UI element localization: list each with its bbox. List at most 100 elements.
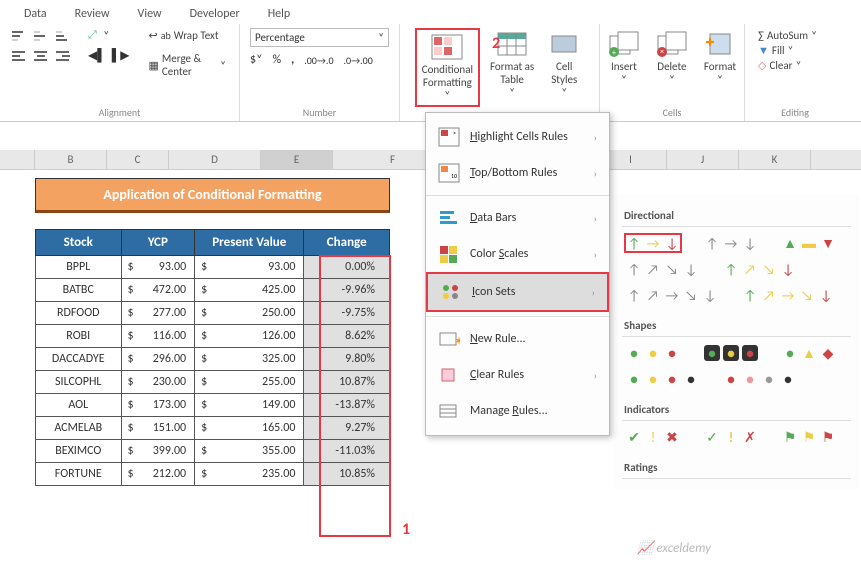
col-b[interactable]: B	[35, 150, 107, 169]
cell-pv[interactable]: 93.00	[195, 256, 304, 279]
cell-ycp[interactable]: 277.00	[121, 302, 195, 325]
increase-decimal-icon[interactable]: .00→.0	[304, 54, 333, 67]
cf-manage-rules[interactable]: Manage Rules...	[426, 393, 609, 429]
delete-button[interactable]: ×Delete˅	[652, 28, 692, 88]
cell-stock[interactable]: FORTUNE	[36, 463, 122, 486]
orientation-icon[interactable]: ⤢	[88, 28, 97, 42]
cell-ycp[interactable]: 230.00	[121, 371, 195, 394]
cell-styles-button[interactable]: Cell Styles ˅	[544, 28, 584, 101]
cf-top-bottom[interactable]: 10 Top/Bottom Rules›	[426, 155, 609, 191]
iconset-3signs[interactable]: ●▲◆	[780, 343, 838, 363]
iconset-3symbols[interactable]: ✓!✗	[702, 427, 760, 447]
cell-pv[interactable]: 250.00	[195, 302, 304, 325]
cell-stock[interactable]: ACMELAB	[36, 417, 122, 440]
cell-ycp[interactable]: 212.00	[121, 463, 195, 486]
iconset-3arrows-colored[interactable]: ↑→↓	[624, 233, 682, 253]
col-d[interactable]: D	[169, 150, 261, 169]
cf-color-scales[interactable]: Color Scales›	[426, 236, 609, 272]
align-mid-icon[interactable]	[32, 28, 50, 44]
cell-pv[interactable]: 149.00	[195, 394, 304, 417]
iconset-5arrows-colored[interactable]: ↑↗→↘↓	[740, 285, 836, 305]
merge-icon: ▦	[148, 59, 158, 72]
iconset-3trafficlights[interactable]: ●●●	[624, 343, 682, 363]
icon-sets-icon	[440, 282, 462, 302]
iconset-redtoblack[interactable]: ●●●●	[721, 369, 798, 389]
tab-review[interactable]: Review	[61, 4, 124, 24]
cell-stock[interactable]: BPPL	[36, 256, 122, 279]
col-e[interactable]: E	[261, 150, 333, 169]
cell-ycp[interactable]: 151.00	[121, 417, 195, 440]
svg-text:>: >	[453, 129, 456, 137]
cell-stock[interactable]: SILCOPHL	[36, 371, 122, 394]
iconset-4trafficlights[interactable]: ●●●●	[624, 369, 701, 389]
comma-icon[interactable]: ,	[291, 53, 294, 67]
conditional-formatting-button[interactable]: Conditional Formatting ˅	[415, 28, 480, 107]
clear-rules-icon	[438, 365, 460, 385]
sub-ratings: Ratings	[622, 457, 851, 479]
align-bot-icon[interactable]	[54, 28, 72, 44]
increase-indent-icon[interactable]: ▌▶	[112, 48, 130, 63]
iconset-4arrows-gray[interactable]: ↑↗↘↓	[624, 259, 701, 279]
svg-text:×: ×	[660, 47, 664, 57]
cell-ycp[interactable]: 472.00	[121, 279, 195, 302]
align-right-icon[interactable]	[54, 48, 72, 64]
tab-help[interactable]: Help	[254, 4, 305, 24]
decrease-indent-icon[interactable]: ◀▌	[88, 48, 106, 63]
iconset-3triangles[interactable]: ▲▬▼	[780, 233, 838, 253]
cell-pv[interactable]: 255.00	[195, 371, 304, 394]
cell-pv[interactable]: 165.00	[195, 417, 304, 440]
cell-stock[interactable]: BEXIMCO	[36, 440, 122, 463]
iconset-3flags[interactable]: ⚑⚑⚑	[780, 427, 838, 447]
decrease-decimal-icon[interactable]: .0→.00	[344, 54, 373, 67]
align-top-icon[interactable]	[10, 28, 28, 44]
cf-data-bars[interactable]: Data Bars›	[426, 200, 609, 236]
cell-stock[interactable]: AOL	[36, 394, 122, 417]
iconset-3symbols-circled[interactable]: ✔!✖	[624, 427, 682, 447]
conditional-formatting-menu: > Highlight Cells Rules› 10 Top/Bottom R…	[425, 112, 610, 436]
wrap-text-button[interactable]: ↩ab Wrap Text	[145, 28, 229, 43]
cell-pv[interactable]: 425.00	[195, 279, 304, 302]
cell-pv[interactable]: 235.00	[195, 463, 304, 486]
cell-stock[interactable]: RDFOOD	[36, 302, 122, 325]
autosum-button[interactable]: ∑ AutoSum ˅	[755, 28, 835, 43]
accounting-icon[interactable]: $˅	[250, 53, 263, 67]
cell-ycp[interactable]: 399.00	[121, 440, 195, 463]
percent-icon[interactable]: %	[273, 53, 282, 67]
align-center-icon[interactable]	[32, 48, 50, 64]
number-format-dropdown[interactable]: Percentage˅	[250, 28, 389, 47]
format-button[interactable]: Format˅	[700, 28, 740, 88]
clear-button[interactable]: ◇ Clear ˅	[755, 58, 835, 73]
col-k[interactable]: K	[739, 150, 811, 169]
cf-clear-rules[interactable]: Clear Rules›	[426, 357, 609, 393]
col-c[interactable]: C	[107, 150, 169, 169]
cell-pv[interactable]: 325.00	[195, 348, 304, 371]
tab-data[interactable]: Data	[10, 4, 61, 24]
align-left-icon[interactable]	[10, 48, 28, 64]
cf-new-rule[interactable]: ✶ New Rule...	[426, 321, 609, 357]
tab-developer[interactable]: Developer	[176, 4, 254, 24]
cell-pv[interactable]: 126.00	[195, 325, 304, 348]
cell-pv[interactable]: 355.00	[195, 440, 304, 463]
cell-stock[interactable]: ROBI	[36, 325, 122, 348]
cell-stock[interactable]: BATBC	[36, 279, 122, 302]
merge-center-button[interactable]: ▦ Merge & Center ˅	[145, 51, 229, 79]
watermark: 📈 exceldemy	[637, 541, 711, 556]
cf-icon-sets[interactable]: Icon Sets›	[426, 272, 609, 312]
cf-highlight-cells[interactable]: > Highlight Cells Rules›	[426, 119, 609, 155]
cell-ycp[interactable]: 116.00	[121, 325, 195, 348]
insert-button[interactable]: +Insert˅	[604, 28, 644, 88]
iconset-5arrows-gray[interactable]: ↑↗→↘↓	[624, 285, 720, 305]
fill-button[interactable]: ▼ Fill ˅	[755, 43, 835, 58]
fill-icon: ▼	[758, 44, 769, 57]
change-column-highlight	[319, 255, 391, 537]
cells-label: Cells	[663, 106, 682, 119]
iconset-3arrows-gray[interactable]: ↑→↓	[702, 233, 760, 253]
cell-ycp[interactable]: 173.00	[121, 394, 195, 417]
iconset-3trafficlights-rimmed[interactable]: ●●●	[702, 343, 760, 363]
tab-view[interactable]: View	[124, 4, 176, 24]
col-j[interactable]: J	[667, 150, 739, 169]
cell-ycp[interactable]: 93.00	[121, 256, 195, 279]
cell-ycp[interactable]: 296.00	[121, 348, 195, 371]
iconset-4arrows-colored[interactable]: ↑↗↘↓	[721, 259, 798, 279]
cell-stock[interactable]: DACCADYE	[36, 348, 122, 371]
